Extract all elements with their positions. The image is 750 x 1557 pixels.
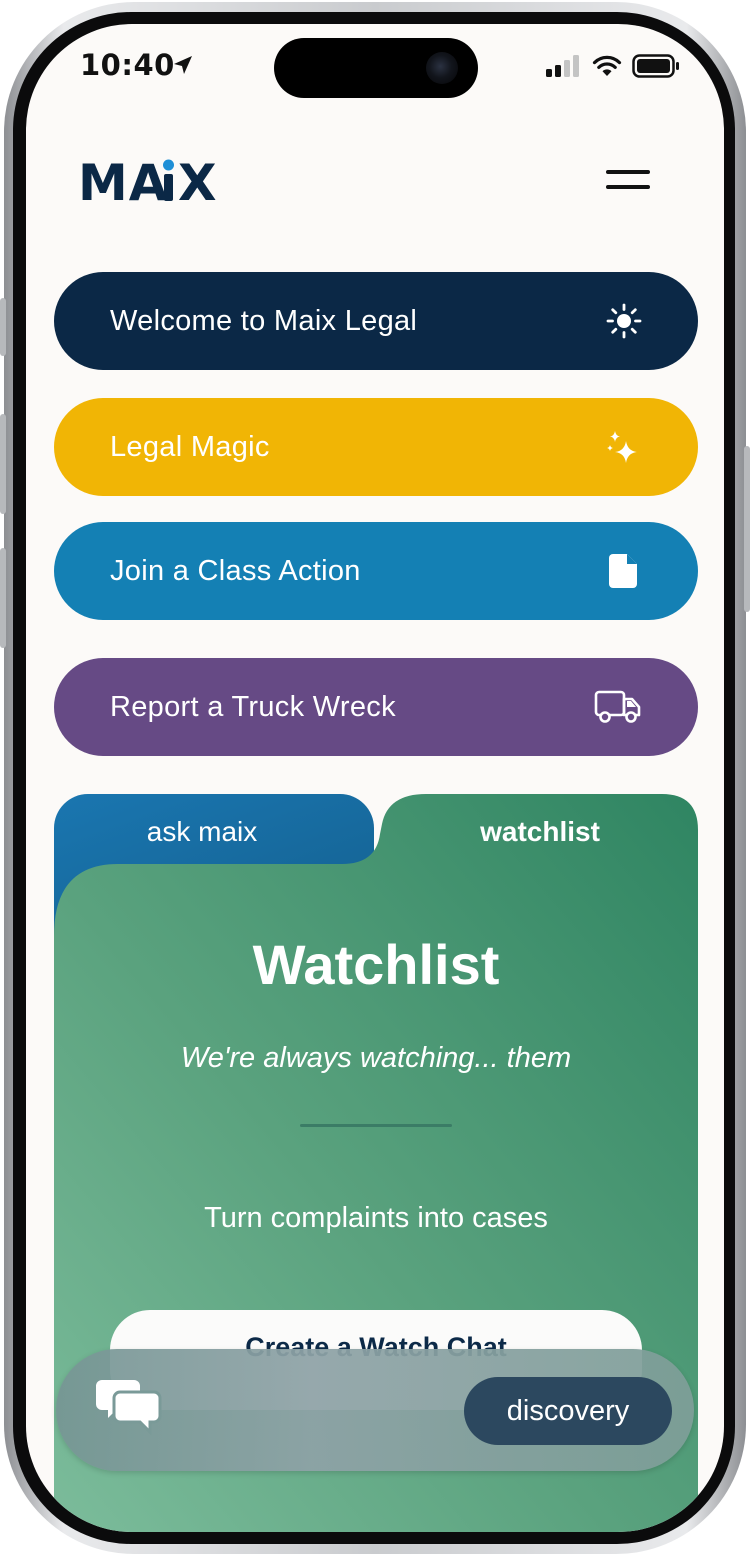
chat-bubbles-icon[interactable] (96, 1376, 162, 1436)
watchlist-title: Watchlist (252, 933, 500, 996)
discovery-button[interactable]: discovery (464, 1377, 672, 1445)
tab-ask-maix[interactable]: ask maix (54, 816, 350, 848)
divider (300, 1124, 452, 1127)
truck-wreck-button-label: Report a Truck Wreck (110, 690, 396, 723)
hamburger-menu-icon[interactable] (602, 167, 650, 193)
wifi-icon (592, 55, 622, 76)
truck-wreck-button[interactable]: Report a Truck Wreck (54, 658, 698, 756)
truck-icon (594, 689, 642, 725)
screen: 10:40 MA X Welcome to Maix Legal Legal M… (26, 24, 724, 1532)
tab-watchlist[interactable]: watchlist (382, 816, 698, 848)
cellular-signal-icon (546, 55, 579, 77)
volume-down-button (0, 548, 6, 648)
legal-magic-button-label: Legal Magic (110, 430, 270, 463)
class-action-button[interactable]: Join a Class Action (54, 522, 698, 620)
watchlist-description: Turn complaints into cases (204, 1202, 548, 1234)
welcome-button[interactable]: Welcome to Maix Legal (54, 272, 698, 370)
sparkles-icon (606, 429, 642, 465)
battery-icon (632, 54, 679, 78)
sun-icon (606, 303, 642, 339)
volume-up-button (0, 414, 6, 514)
welcome-button-label: Welcome to Maix Legal (110, 304, 418, 337)
status-time: 10:40 (80, 48, 175, 82)
watchlist-subtitle: We're always watching... them (180, 1042, 572, 1074)
camera-icon (426, 52, 458, 84)
maix-logo: MA X (78, 156, 217, 206)
legal-magic-button[interactable]: Legal Magic (54, 398, 698, 496)
power-button (744, 446, 750, 612)
svg-text:MA: MA (78, 156, 168, 206)
dynamic-island (274, 38, 478, 98)
document-icon (606, 553, 642, 589)
action-button (0, 298, 6, 356)
location-arrow-icon (174, 56, 192, 74)
svg-text:X: X (178, 156, 217, 206)
class-action-button-label: Join a Class Action (110, 554, 361, 587)
status-icons (546, 54, 680, 78)
